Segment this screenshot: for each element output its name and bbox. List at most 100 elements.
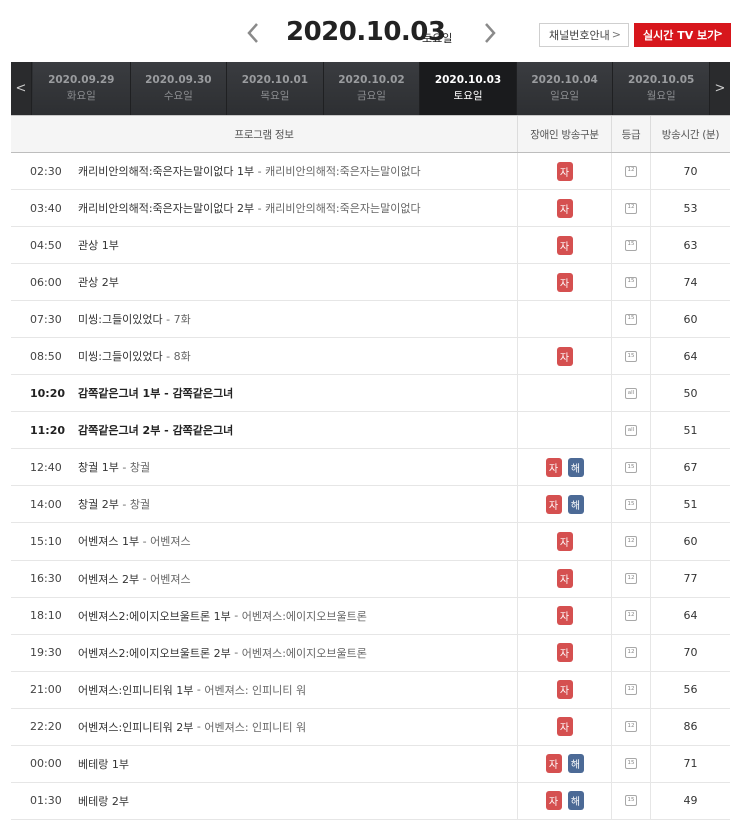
table-row[interactable]: 06:00 관상 2부 자 15 74 <box>11 264 730 302</box>
duration-cell: 70 <box>650 634 730 671</box>
strip-prev-arrow-icon[interactable]: < <box>11 62 32 115</box>
program-title[interactable]: 어벤져스:인피니티워 1부 <box>78 682 193 698</box>
age-rating-icon: 15 <box>625 239 637 251</box>
grade-cell: 12 <box>611 560 650 597</box>
table-row[interactable]: 22:20 어벤져스:인피니티워 2부 - 어벤져스: 인피니티 워 자 12 86 <box>11 708 730 746</box>
table-row[interactable]: 04:50 관상 1부 자 15 63 <box>11 227 730 265</box>
date-tab[interactable]: 2020.09.30 수요일 <box>129 62 227 115</box>
header-disability: 장애인 방송구분 <box>517 116 611 152</box>
age-rating-icon: 12 <box>625 165 637 177</box>
table-row[interactable]: 16:30 어벤져스 2부 - 어벤져스 자 12 77 <box>11 560 730 598</box>
disability-cell: 자 <box>517 597 611 634</box>
table-row[interactable]: 03:40 캐리비안의해적:죽은자는말이없다 2부 - 캐리비안의해적:죽은자는말… <box>11 190 730 228</box>
date-tab-date: 2020.10.01 <box>241 74 309 86</box>
program-title[interactable]: 관상 2부 <box>78 274 119 290</box>
table-row[interactable]: 18:10 어벤져스2:에이지오브울트론 1부 - 어벤져스:에이지오브울트론 자 1… <box>11 597 730 635</box>
caption-badge: 자 <box>556 198 573 218</box>
caption-badge: 자 <box>545 457 562 477</box>
prev-day-arrow-icon[interactable] <box>243 20 263 46</box>
program-info-cell: 15:10 어벤져스 1부 - 어벤져스 <box>11 523 517 559</box>
table-row[interactable]: 08:50 미씽:그들이있었다 - 8화 자 15 64 <box>11 338 730 376</box>
program-title[interactable]: 어벤져스 2부 <box>78 571 139 587</box>
table-row[interactable]: 11:20 감쪽같은그녀 2부 - 감쪽같은그녀 all 51 <box>11 412 730 450</box>
date-tab-weekday: 토요일 <box>453 90 483 102</box>
grade-cell: 15 <box>611 264 650 301</box>
grade-cell: 15 <box>611 745 650 782</box>
table-row[interactable]: 12:40 창궐 1부 - 창궐 자 해 15 67 <box>11 449 730 487</box>
channel-number-guide-button[interactable]: 채널번호안내 > <box>539 23 629 47</box>
program-title[interactable]: 어벤져스2:에이지오브울트론 1부 <box>78 608 231 624</box>
table-row[interactable]: 01:30 베테랑 2부 자 해 15 49 <box>11 782 730 820</box>
date-tab[interactable]: 2020.10.04 일요일 <box>515 62 613 115</box>
date-tab-weekday: 월요일 <box>646 90 676 102</box>
program-info-cell: 07:30 미씽:그들이있었다 - 7화 <box>11 301 517 337</box>
table-row[interactable]: 19:30 어벤져스2:에이지오브울트론 2부 - 어벤져스:에이지오브울트론 자 1… <box>11 634 730 672</box>
program-info-cell: 10:20 감쪽같은그녀 1부 - 감쪽같은그녀 <box>11 375 517 411</box>
caption-badge: 자 <box>556 531 573 551</box>
duration-cell: 63 <box>650 227 730 264</box>
program-title[interactable]: 미씽:그들이있었다 <box>78 311 163 327</box>
age-rating-icon: 12 <box>625 202 637 214</box>
program-subtitle: 캐리비안의해적:죽은자는말이없다 <box>265 202 421 216</box>
program-title[interactable]: 어벤져스2:에이지오브울트론 2부 <box>78 645 231 661</box>
program-info-cell: 03:40 캐리비안의해적:죽은자는말이없다 2부 - 캐리비안의해적:죽은자는말… <box>11 190 517 226</box>
program-title[interactable]: 관상 1부 <box>78 237 119 253</box>
table-row[interactable]: 15:10 어벤져스 1부 - 어벤져스 자 12 60 <box>11 523 730 561</box>
date-tab[interactable]: 2020.10.02 금요일 <box>322 62 420 115</box>
date-tab-weekday: 일요일 <box>550 90 580 102</box>
program-title[interactable]: 베테랑 1부 <box>78 756 129 772</box>
program-title[interactable]: 캐리비안의해적:죽은자는말이없다 2부 <box>78 200 254 216</box>
disability-cell: 자 <box>517 634 611 671</box>
program-title[interactable]: 감쪽같은그녀 2부 <box>78 422 160 438</box>
live-tv-button[interactable]: 실시간 TV 보기 > <box>634 23 731 47</box>
table-row[interactable]: 14:00 창궐 2부 - 창궐 자 해 15 51 <box>11 486 730 524</box>
duration-cell: 60 <box>650 301 730 338</box>
program-time: 02:30 <box>30 164 62 178</box>
program-info-cell: 14:00 창궐 2부 - 창궐 <box>11 486 517 522</box>
program-title[interactable]: 창궐 1부 <box>78 459 119 475</box>
program-title[interactable]: 어벤져스 1부 <box>78 533 139 549</box>
program-subtitle: 어벤져스: 인피니티 워 <box>204 683 307 697</box>
date-tab[interactable]: 2020.10.01 목요일 <box>226 62 323 115</box>
caption-badge: 자 <box>556 680 573 700</box>
program-info-cell: 00:00 베테랑 1부 <box>11 746 517 782</box>
date-tab[interactable]: 2020.09.29 화요일 <box>33 62 130 115</box>
program-subtitle: 창궐 <box>129 461 151 475</box>
program-title[interactable]: 창궐 2부 <box>78 496 119 512</box>
program-info-cell: 06:00 관상 2부 <box>11 264 517 300</box>
table-row[interactable]: 10:20 감쪽같은그녀 1부 - 감쪽같은그녀 all 50 <box>11 375 730 413</box>
program-time: 15:10 <box>30 534 62 548</box>
duration-cell: 51 <box>650 412 730 449</box>
program-time: 01:30 <box>30 794 62 808</box>
disability-cell: 자 <box>517 153 611 190</box>
age-rating-icon: 12 <box>625 684 637 696</box>
grade-cell: 15 <box>611 338 650 375</box>
caption-badge: 자 <box>556 235 573 255</box>
duration-cell: 49 <box>650 782 730 819</box>
table-row[interactable]: 00:00 베테랑 1부 자 해 15 71 <box>11 745 730 783</box>
program-separator: - <box>160 386 173 400</box>
table-row[interactable]: 07:30 미씽:그들이있었다 - 7화 15 60 <box>11 301 730 339</box>
program-separator: - <box>118 497 130 511</box>
table-row[interactable]: 02:30 캐리비안의해적:죽은자는말이없다 1부 - 캐리비안의해적:죽은자는말… <box>11 153 730 191</box>
table-body: 02:30 캐리비안의해적:죽은자는말이없다 1부 - 캐리비안의해적:죽은자는말… <box>11 153 730 820</box>
program-title[interactable]: 미씽:그들이있었다 <box>78 348 163 364</box>
program-title[interactable]: 베테랑 2부 <box>78 793 129 809</box>
date-tab[interactable]: 2020.10.05 월요일 <box>612 62 709 115</box>
date-tab-weekday: 금요일 <box>356 90 386 102</box>
date-tabs: 2020.09.29 화요일 2020.09.30 수요일 2020.10.01 목요일 2… <box>33 62 709 115</box>
table-row[interactable]: 21:00 어벤져스:인피니티워 1부 - 어벤져스: 인피니티 워 자 12 56 <box>11 671 730 709</box>
disability-cell: 자 <box>517 338 611 375</box>
program-title[interactable]: 감쪽같은그녀 1부 <box>78 385 160 401</box>
program-time: 08:50 <box>30 349 62 363</box>
program-info-cell: 02:30 캐리비안의해적:죽은자는말이없다 1부 - 캐리비안의해적:죽은자는말… <box>11 153 517 189</box>
date-tab[interactable]: 2020.10.03 토요일 <box>419 62 516 115</box>
program-title[interactable]: 어벤져스:인피니티워 2부 <box>78 719 193 735</box>
date-tab-date: 2020.10.02 <box>338 74 405 86</box>
date-tab-date: 2020.10.04 <box>531 74 598 86</box>
strip-next-arrow-icon[interactable]: > <box>709 62 730 115</box>
program-title[interactable]: 캐리비안의해적:죽은자는말이없다 1부 <box>78 163 254 179</box>
program-separator: - <box>139 572 151 586</box>
next-day-arrow-icon[interactable] <box>480 20 500 46</box>
disability-cell: 자 <box>517 264 611 301</box>
